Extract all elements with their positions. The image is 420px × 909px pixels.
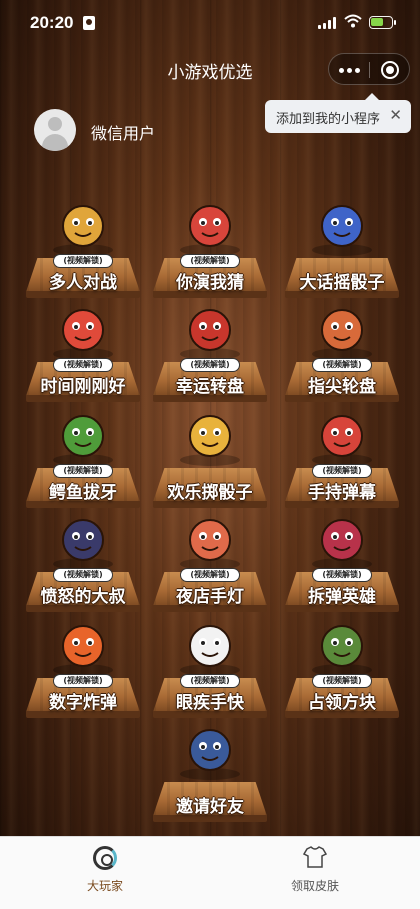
friends-icon	[171, 724, 249, 782]
game-name: 幸运转盘	[176, 377, 244, 397]
video-unlock-badge: (视频解锁)	[180, 674, 240, 688]
ring-icon	[93, 846, 117, 870]
crocodile-icon	[44, 410, 122, 468]
game-name: 指尖轮盘	[308, 377, 376, 397]
avatar-body	[42, 134, 68, 151]
battery-tip	[394, 20, 396, 25]
shirt-icon	[303, 846, 327, 868]
game-name: 手持弹幕	[308, 483, 376, 503]
game-tile[interactable]: (视频解锁) 占领方块	[283, 625, 401, 734]
wifi-icon	[344, 14, 362, 28]
tab-claim-skin[interactable]: 领取皮肤	[210, 837, 420, 909]
menu-capsule	[328, 53, 410, 85]
game-name: 占领方块	[308, 693, 376, 713]
tooltip-close-icon[interactable]: ✕	[389, 106, 402, 124]
game-name: 时间刚刚好	[40, 377, 126, 397]
game-name: 鳄鱼拔牙	[49, 483, 117, 503]
video-unlock-badge: (视频解锁)	[53, 464, 113, 478]
game-tile[interactable]: (视频解锁) 手持弹幕	[283, 415, 401, 524]
phone-banner-icon	[303, 410, 381, 468]
number-bomb-icon	[44, 620, 122, 678]
video-unlock-badge: (视频解锁)	[53, 568, 113, 582]
game-tile[interactable]: (视频解锁) 你演我猜	[151, 205, 269, 314]
game-tile[interactable]: (视频解锁) 幸运转盘	[151, 309, 269, 418]
finger-spinner-icon	[303, 304, 381, 362]
dice-cup-icon	[303, 200, 381, 258]
tab-label: 领取皮肤	[290, 879, 339, 893]
status-bar: 20:20	[0, 0, 420, 46]
avatar[interactable]	[34, 109, 76, 151]
alarm-clock-icon	[44, 304, 122, 362]
game-tile[interactable]: (视频解锁) 多人对战	[24, 205, 142, 314]
game-name: 大话摇骰子	[299, 273, 385, 293]
game-tile[interactable]: (视频解锁) 数字炸弹	[24, 625, 142, 734]
close-miniprogram-icon[interactable]	[381, 61, 399, 79]
game-name: 夜店手灯	[176, 587, 244, 607]
game-name: 数字炸弹	[49, 693, 117, 713]
video-unlock-badge: (视频解锁)	[53, 674, 113, 688]
game-tile[interactable]: (视频解锁) 时间刚刚好	[24, 309, 142, 418]
video-unlock-badge: (视频解锁)	[53, 254, 113, 268]
fist-bump-icon	[44, 200, 122, 258]
game-tile[interactable]: (视频解锁) 拆弹英雄	[283, 519, 401, 628]
video-unlock-badge: (视频解锁)	[312, 568, 372, 582]
video-unlock-badge: (视频解锁)	[180, 358, 240, 372]
game-name: 眼疾手快	[176, 693, 244, 713]
game-tile[interactable]: (视频解锁) 眼疾手快	[151, 625, 269, 734]
video-unlock-badge: (视频解锁)	[53, 358, 113, 372]
game-tile[interactable]: (视频解锁) 愤怒的大叔	[24, 519, 142, 628]
game-name: 欢乐掷骰子	[167, 483, 253, 503]
signal-icon	[318, 17, 338, 29]
angry-man-icon	[44, 514, 122, 572]
video-unlock-badge: (视频解锁)	[180, 254, 240, 268]
tab-label: 大玩家	[86, 879, 123, 893]
battery-icon	[369, 16, 393, 29]
video-unlock-badge: (视频解锁)	[312, 674, 372, 688]
game-name: 拆弹英雄	[308, 587, 376, 607]
person-icon	[83, 16, 95, 30]
film-character-icon	[171, 200, 249, 258]
avatar-head	[48, 117, 62, 131]
video-unlock-badge: (视频解锁)	[312, 358, 372, 372]
tab-bar: 大玩家 领取皮肤	[0, 836, 420, 909]
tooltip-text: 添加到我的小程序	[276, 112, 381, 127]
game-tile[interactable]: 大话摇骰子	[283, 205, 401, 314]
lucky-wheel-icon	[171, 304, 249, 362]
capsule-divider	[369, 62, 370, 78]
more-icon[interactable]	[339, 63, 361, 77]
status-time: 20:20	[30, 13, 74, 32]
game-name: 你演我猜	[176, 273, 244, 293]
game-tile[interactable]: (视频解锁) 鳄鱼拔牙	[24, 415, 142, 524]
video-unlock-badge: (视频解锁)	[180, 568, 240, 582]
tab-big-player[interactable]: 大玩家	[0, 837, 210, 909]
gold-dice-icon	[171, 410, 249, 468]
eyes-icon	[171, 620, 249, 678]
game-tile[interactable]: (视频解锁) 夜店手灯	[151, 519, 269, 628]
bomb-icon	[303, 514, 381, 572]
game-tile[interactable]: 欢乐掷骰子	[151, 415, 269, 524]
app-root: 20:20 小游戏优选 添加到我的小程序 ✕ 微信用户 (视频解锁) 多人对战 (视…	[0, 0, 420, 909]
soldiers-icon	[303, 620, 381, 678]
user-name: 微信用户	[91, 124, 156, 143]
game-tile[interactable]: 邀请好友	[151, 729, 269, 838]
phone-light-icon	[171, 514, 249, 572]
game-tile[interactable]: (视频解锁) 指尖轮盘	[283, 309, 401, 418]
game-name: 邀请好友	[176, 797, 244, 817]
video-unlock-badge: (视频解锁)	[312, 464, 372, 478]
game-name: 多人对战	[49, 273, 117, 293]
add-to-miniprogram-tooltip[interactable]: 添加到我的小程序 ✕	[265, 93, 411, 133]
game-name: 愤怒的大叔	[40, 587, 126, 607]
